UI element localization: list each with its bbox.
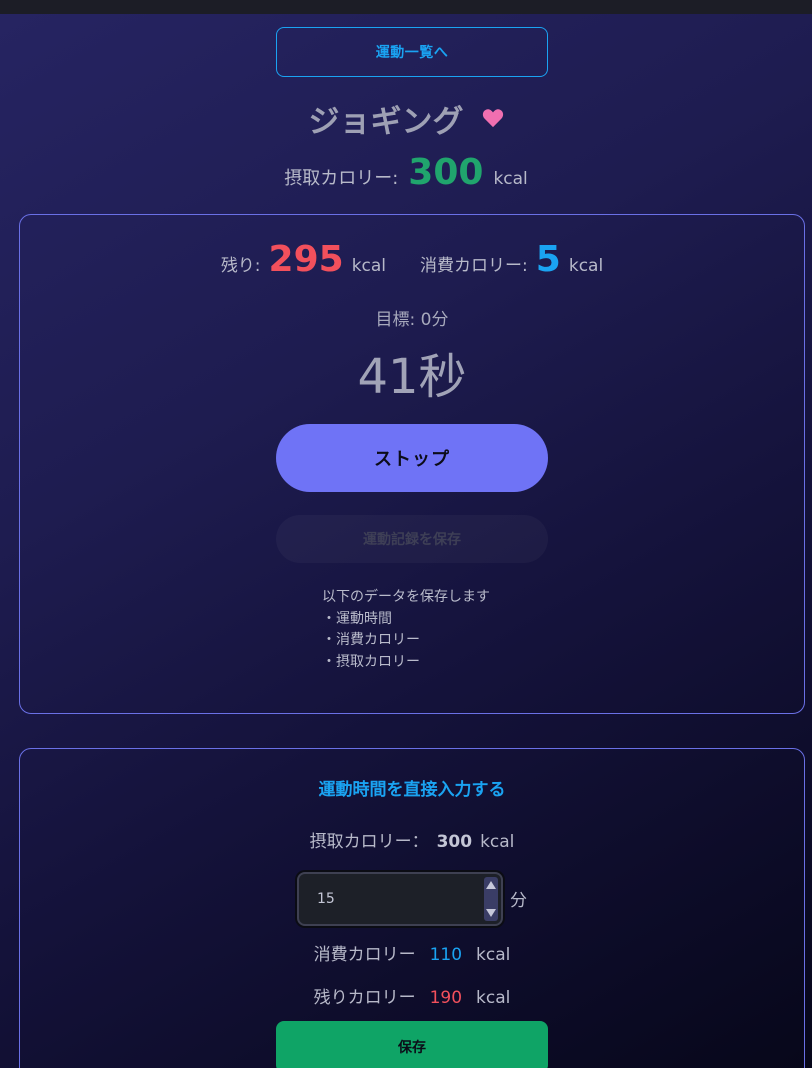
direct-burned-unit: kcal <box>476 945 511 965</box>
decrement-arrow-icon[interactable] <box>486 909 496 917</box>
note-line: ・消費カロリー <box>322 632 420 648</box>
spinner[interactable] <box>484 877 498 921</box>
timer-card: 残り: 295 kcal 消費カロリー: 5 kcal 目標: 0分 41秒 ス… <box>19 214 805 714</box>
browser-top-bar <box>0 0 812 14</box>
burned-value: 5 <box>535 239 561 280</box>
minutes-input[interactable] <box>299 874 479 924</box>
direct-remaining-label: 残りカロリー <box>313 988 416 1008</box>
direct-burned-value: 110 <box>429 945 463 965</box>
remaining-unit: kcal <box>351 256 387 276</box>
intake-unit: kcal <box>493 169 528 189</box>
goal-text: 目標: 0分 <box>375 310 449 330</box>
direct-burned-label: 消費カロリー <box>313 945 416 965</box>
exercise-header: ジョギング <box>0 96 812 140</box>
direct-remaining-row: 残りカロリー 190 kcal <box>20 983 804 1008</box>
direct-intake-value: 300 <box>436 832 473 852</box>
remaining-value: 295 <box>268 239 344 280</box>
elapsed-timer: 41秒 <box>357 349 467 405</box>
save-record-button[interactable]: 運動記録を保存 <box>276 515 548 563</box>
burned-label: 消費カロリー: <box>420 256 528 276</box>
remaining-label: 残り: <box>220 256 261 276</box>
exercise-title: ジョギング <box>308 103 464 140</box>
direct-intake-unit: kcal <box>480 832 515 852</box>
heart-icon[interactable] <box>482 108 504 128</box>
burned-unit: kcal <box>568 256 604 276</box>
back-to-exercise-list-button[interactable]: 運動一覧へ <box>276 27 548 77</box>
minutes-stepper[interactable] <box>297 872 503 926</box>
intake-summary: 摂取カロリー: 300 kcal <box>0 152 812 196</box>
increment-arrow-icon[interactable] <box>486 881 496 889</box>
note-line: ・運動時間 <box>322 610 392 627</box>
save-button[interactable]: 保存 <box>276 1021 548 1068</box>
direct-input-title: 運動時間を直接入力する <box>318 780 506 800</box>
direct-remaining-value: 190 <box>429 988 463 1008</box>
stop-button[interactable]: ストップ <box>276 424 548 492</box>
direct-intake-row: 摂取カロリー： 300 kcal <box>20 827 804 852</box>
note-line: ・摂取カロリー <box>322 653 420 670</box>
direct-intake-label: 摂取カロリー： <box>309 832 429 852</box>
intake-value: 300 <box>408 152 484 193</box>
direct-remaining-unit: kcal <box>476 988 511 1008</box>
intake-label: 摂取カロリー: <box>284 168 399 189</box>
direct-input-card: 運動時間を直接入力する 摂取カロリー： 300 kcal 分 消費カロリー 11… <box>19 748 805 1068</box>
save-note: 以下のデータを保存します ・運動時間 ・消費カロリー ・摂取カロリー <box>322 587 582 673</box>
direct-burned-row: 消費カロリー 110 kcal <box>20 940 804 965</box>
calorie-stats: 残り: 295 kcal 消費カロリー: 5 kcal <box>20 239 804 280</box>
minutes-unit: 分 <box>510 891 527 911</box>
note-line: 以下のデータを保存します <box>322 589 490 605</box>
